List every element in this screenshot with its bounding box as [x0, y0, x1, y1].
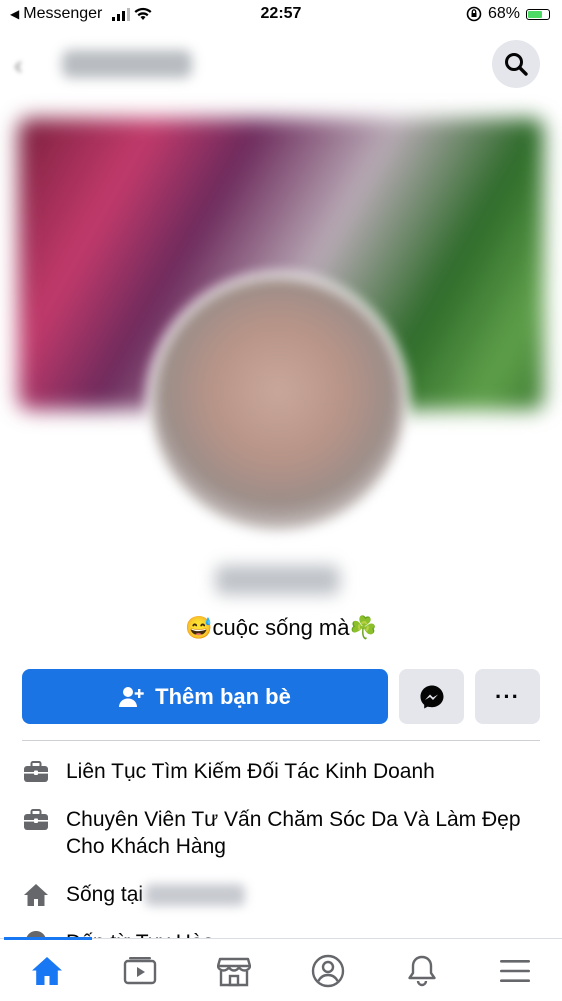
video-icon — [123, 957, 157, 985]
back-arrow-icon[interactable]: ‹ — [14, 50, 23, 81]
briefcase-icon — [22, 806, 50, 833]
work-text-2: Chuyên Viên Tư Vấn Chăm Sóc Da Và Làm Đẹ… — [66, 808, 521, 858]
briefcase-icon — [22, 758, 50, 785]
intro-section: Liên Tục Tìm Kiếm Đối Tác Kinh Doanh Chu… — [22, 758, 540, 964]
profile-picture[interactable] — [146, 272, 410, 536]
search-button[interactable] — [492, 40, 540, 88]
message-button[interactable] — [399, 669, 464, 724]
add-friend-icon — [119, 686, 144, 707]
status-bar: ◀ Messenger 22:57 68% — [0, 0, 562, 30]
bell-icon — [408, 955, 436, 987]
add-friend-button[interactable]: Thêm bạn bè — [22, 669, 388, 724]
menu-icon — [500, 960, 530, 982]
blurred-header-name — [62, 50, 192, 78]
blurred-location — [145, 884, 246, 907]
marketplace-icon — [217, 957, 251, 987]
tab-video[interactable] — [120, 951, 160, 991]
home-info-icon — [22, 881, 50, 908]
tab-menu[interactable] — [495, 951, 535, 991]
profile-actions: Thêm bạn bè ··· — [22, 669, 540, 724]
work-item: Liên Tục Tìm Kiếm Đối Tác Kinh Doanh — [22, 758, 540, 785]
more-options-button[interactable]: ··· — [475, 669, 540, 724]
battery-percent: 68% — [487, 5, 520, 22]
add-friend-label: Thêm bạn bè — [155, 683, 291, 709]
work-text-1: Liên Tục Tìm Kiếm Đối Tác Kinh Doanh — [66, 760, 435, 783]
divider — [22, 740, 540, 741]
lives-in-text: Sống tại — [66, 881, 246, 908]
profile-icon — [311, 954, 345, 988]
profile-header: ‹ — [0, 34, 562, 94]
home-icon — [32, 957, 62, 985]
active-tab-indicator — [4, 937, 92, 940]
tab-profile[interactable] — [308, 951, 348, 991]
work-item: Chuyên Viên Tư Vấn Chăm Sóc Da Và Làm Đẹ… — [22, 806, 540, 860]
blurred-profile-name — [215, 565, 340, 595]
battery-icon — [526, 8, 550, 20]
lives-in-item: Sống tại — [22, 881, 540, 908]
tab-home[interactable] — [27, 951, 67, 991]
bottom-tab-bar — [0, 937, 562, 1001]
tab-notifications[interactable] — [402, 951, 442, 991]
tab-marketplace[interactable] — [214, 951, 254, 991]
profile-bio: 😅cuộc sống mà☘️ — [185, 615, 377, 640]
orientation-lock-icon — [466, 6, 482, 22]
messenger-icon — [420, 685, 443, 708]
search-icon — [505, 53, 528, 76]
lives-in-label: Sống tại — [66, 883, 144, 906]
